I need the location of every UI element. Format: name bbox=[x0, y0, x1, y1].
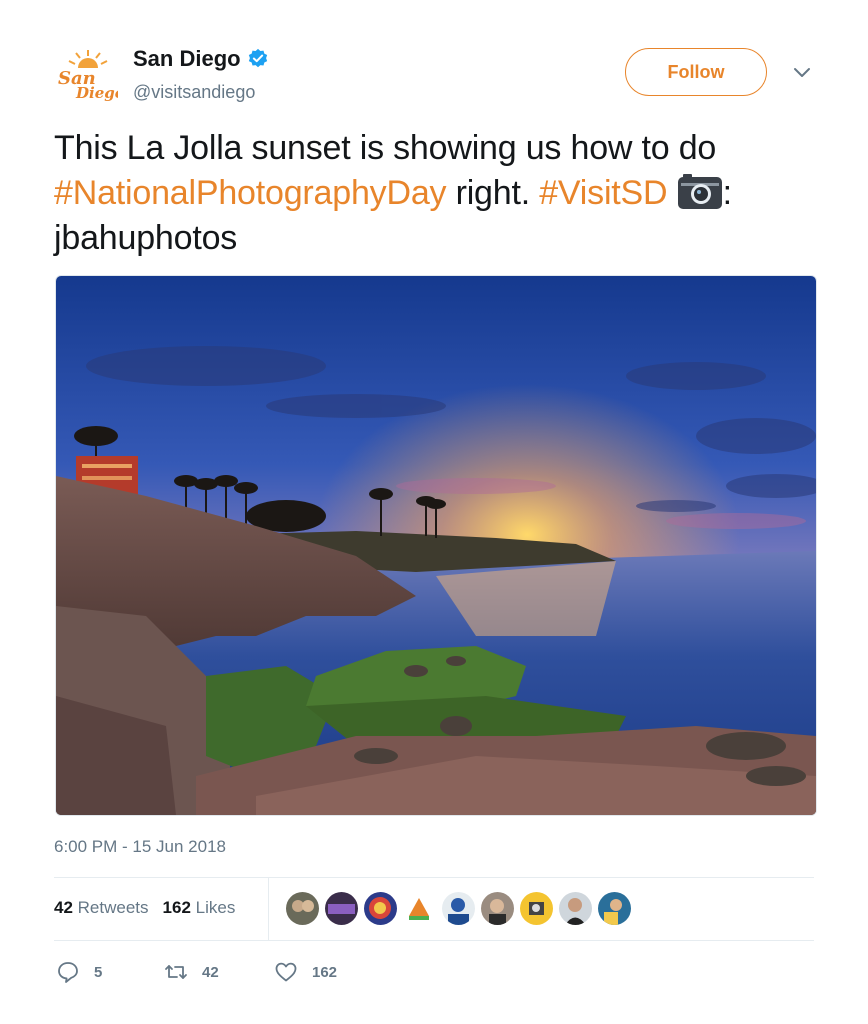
retweets-stat[interactable]: 42 Retweets bbox=[54, 898, 149, 918]
heart-icon bbox=[275, 962, 297, 982]
engagement-stats: 42 Retweets 162 Likes bbox=[54, 898, 235, 918]
avatar[interactable] bbox=[559, 892, 592, 925]
account-avatar[interactable]: San Diego bbox=[54, 48, 125, 104]
account-handle[interactable]: @visitsandiego bbox=[133, 82, 255, 103]
likes-stat[interactable]: 162 Likes bbox=[163, 898, 236, 918]
avatar[interactable] bbox=[364, 892, 397, 925]
reply-icon bbox=[58, 962, 78, 983]
account-name[interactable]: San Diego bbox=[133, 46, 269, 72]
tweet-timestamp[interactable]: 6:00 PM - 15 Jun 2018 bbox=[54, 837, 226, 857]
camera-icon bbox=[677, 174, 722, 209]
tweet-photo[interactable] bbox=[55, 275, 817, 816]
avatar[interactable] bbox=[520, 892, 553, 925]
follow-button[interactable]: Follow bbox=[625, 48, 767, 96]
divider bbox=[268, 877, 269, 940]
divider bbox=[54, 940, 814, 941]
hashtag-link[interactable]: #VisitSD bbox=[539, 174, 667, 212]
verified-badge-icon bbox=[248, 48, 267, 68]
liker-facepile bbox=[286, 892, 631, 925]
avatar[interactable] bbox=[598, 892, 631, 925]
retweet-icon bbox=[165, 965, 187, 979]
hashtag-link[interactable]: #NationalPhotographyDay bbox=[54, 174, 447, 212]
tweet-text: This La Jolla sunset is showing us how t… bbox=[54, 129, 732, 257]
svg-text:Diego: Diego bbox=[75, 84, 118, 102]
avatar[interactable] bbox=[286, 892, 319, 925]
chevron-down-icon[interactable] bbox=[792, 66, 812, 80]
avatar[interactable] bbox=[442, 892, 475, 925]
avatar[interactable] bbox=[403, 892, 436, 925]
divider bbox=[54, 877, 814, 878]
tweet-card: San Diego San Diego @visitsandiego Follo… bbox=[0, 0, 868, 1024]
reply-action[interactable]: 5 bbox=[56, 960, 102, 984]
avatar[interactable] bbox=[325, 892, 358, 925]
avatar[interactable] bbox=[481, 892, 514, 925]
retweet-action[interactable]: 42 bbox=[164, 960, 219, 984]
like-action[interactable]: 162 bbox=[274, 960, 337, 984]
